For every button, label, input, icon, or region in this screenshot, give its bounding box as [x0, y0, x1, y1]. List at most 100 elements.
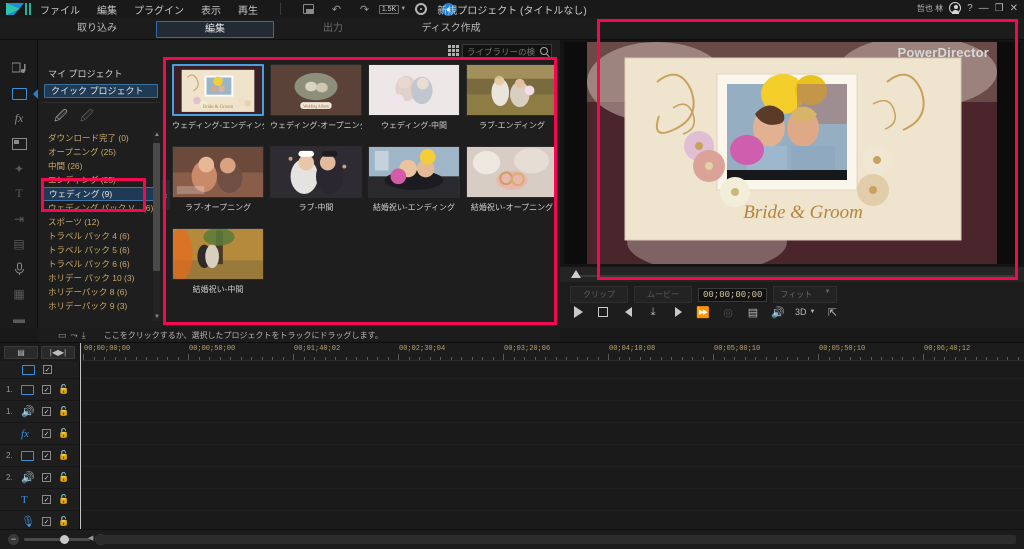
track-row-video-1[interactable]: 1. ✓ 🔓: [0, 379, 79, 401]
detach-preview-button[interactable]: ⇱: [824, 304, 840, 320]
scroll-up-icon[interactable]: ▲: [154, 132, 160, 138]
track-lane-audio-2[interactable]: [80, 467, 1024, 489]
collapse-panel-button[interactable]: ‹: [162, 180, 170, 210]
lock-icon[interactable]: 🔓: [58, 472, 69, 483]
track-row-master[interactable]: ✓: [0, 361, 79, 379]
thumbnail-item-0[interactable]: Bride & Groom ウェディング-エンディング: [172, 64, 264, 131]
track-visibility-checkbox[interactable]: ✓: [42, 451, 51, 460]
scrubber-track[interactable]: [574, 275, 1014, 277]
scroll-down-icon[interactable]: ▼: [154, 314, 160, 320]
transition-room-icon[interactable]: ⇥: [0, 206, 38, 231]
tree-item-2[interactable]: 中間 (26): [42, 159, 160, 173]
track-visibility-checkbox[interactable]: ✓: [42, 385, 51, 394]
search-icon[interactable]: [540, 47, 548, 55]
thumbnail-item-4[interactable]: ラブ-オープニング: [172, 146, 264, 213]
track-row-video-2[interactable]: 2. ✓ 🔓: [0, 445, 79, 467]
track-manager-button[interactable]: ▤: [4, 345, 38, 359]
tree-item-7[interactable]: トラベル パック 4 (6): [42, 229, 160, 243]
lock-icon[interactable]: 🔓: [58, 450, 69, 461]
tree-item-3[interactable]: エンディング (25): [42, 173, 160, 187]
zoom-slider-handle[interactable]: [60, 535, 69, 544]
library-search-box[interactable]: [462, 44, 552, 59]
lock-icon[interactable]: 🔓: [58, 494, 69, 505]
scrubber-handle[interactable]: [571, 270, 581, 278]
grid-view-icon[interactable]: [448, 45, 460, 57]
tree-item-11[interactable]: ホリデーパック 8 (6): [42, 285, 160, 299]
track-lane-effect[interactable]: [80, 423, 1024, 445]
help-button[interactable]: ?: [967, 3, 973, 14]
lock-icon[interactable]: 🔓: [58, 406, 69, 417]
clip-mode-button[interactable]: クリップ: [570, 286, 628, 303]
track-visibility-checkbox[interactable]: ✓: [43, 365, 52, 374]
tree-item-12[interactable]: ホリデーパック 9 (3): [42, 299, 160, 313]
fit-timeline-button[interactable]: |◀▶|: [41, 345, 75, 359]
zoom-slider[interactable]: [24, 535, 90, 544]
tree-scrollbar[interactable]: ▲ ▼: [153, 131, 160, 321]
previous-frame-button[interactable]: [620, 304, 636, 320]
thumbnail-item-2[interactable]: ウェディング-中間: [368, 64, 460, 131]
maximize-button[interactable]: ❐: [995, 3, 1004, 14]
title-room-icon[interactable]: T: [0, 181, 38, 206]
track-lane-audio-1[interactable]: [80, 401, 1024, 423]
media-room-icon[interactable]: [0, 56, 38, 81]
volume-button[interactable]: 🔊: [770, 304, 786, 320]
track-row-title[interactable]: T ✓ 🔓: [0, 489, 79, 511]
display-options-button[interactable]: ▤: [745, 304, 761, 320]
timeline-insert-icon[interactable]: ▭: [58, 330, 67, 341]
timeline-playhead[interactable]: [80, 343, 81, 530]
3d-mode-button[interactable]: 3D ▼: [795, 304, 815, 320]
thumbnail-item-7[interactable]: 結婚祝い-オープニング: [466, 146, 558, 213]
stop-button[interactable]: [595, 304, 611, 320]
step-button[interactable]: ⤓: [645, 304, 661, 320]
duplicate-project-icon[interactable]: 🖉: [80, 107, 94, 129]
add-project-icon[interactable]: 🖉: [54, 107, 68, 129]
timeline-ruler[interactable]: 00;00;00;00 00;00;50;00 00;01;40;02 00;0…: [80, 343, 1024, 361]
track-visibility-checkbox[interactable]: ✓: [42, 407, 51, 416]
voice-over-room-icon[interactable]: [0, 256, 38, 281]
track-row-audio-2[interactable]: 2. 🔊 ✓ 🔓: [0, 467, 79, 489]
tab-edit[interactable]: 編集: [156, 20, 274, 38]
fast-forward-button[interactable]: ⏩: [695, 304, 711, 320]
track-lane-master[interactable]: [80, 361, 1024, 379]
tree-item-8[interactable]: トラベル パック 5 (6): [42, 243, 160, 257]
next-frame-button[interactable]: [670, 304, 686, 320]
track-lane-video-1[interactable]: [80, 379, 1024, 401]
play-button[interactable]: [570, 304, 586, 320]
preview-scrubber[interactable]: [560, 266, 1024, 282]
tree-item-5[interactable]: ウェディング パック V... (6): [42, 201, 160, 215]
close-button[interactable]: ✕: [1010, 3, 1018, 14]
track-lane-video-2[interactable]: [80, 445, 1024, 467]
tree-item-quick-project[interactable]: クイック プロジェクト: [44, 84, 158, 98]
tree-scroll-thumb[interactable]: [153, 143, 160, 271]
tree-item-6[interactable]: スポーツ (12): [42, 215, 160, 229]
thumbnail-item-6[interactable]: 結婚祝い-エンディング: [368, 146, 460, 213]
account-avatar-icon[interactable]: [949, 2, 962, 14]
tab-capture[interactable]: 取り込み: [38, 21, 156, 38]
timecode-display[interactable]: 00;00;00;00: [698, 287, 768, 302]
thumbnail-item-5[interactable]: ラブ-中間: [270, 146, 362, 213]
subtitle-room-icon[interactable]: ▬: [0, 306, 38, 331]
tree-item-wedding[interactable]: ウェディング (9): [42, 187, 160, 201]
track-row-effect[interactable]: fx ✓ 🔓: [0, 423, 79, 445]
track-lane-title[interactable]: [80, 489, 1024, 511]
timeline-tracks-area[interactable]: [80, 361, 1024, 533]
preview-stage[interactable]: Bride & Groom PowerDirector: [564, 42, 1020, 264]
track-visibility-checkbox[interactable]: ✓: [42, 429, 51, 438]
search-input[interactable]: [463, 46, 535, 57]
audio-mixing-room-icon[interactable]: ▤: [0, 231, 38, 256]
minimize-button[interactable]: —: [979, 3, 989, 14]
tab-create-disc[interactable]: ディスク作成: [392, 21, 510, 38]
lock-icon[interactable]: 🔓: [58, 516, 69, 527]
track-row-audio-1[interactable]: 1. 🔊 ✓ 🔓: [0, 401, 79, 423]
movie-mode-button[interactable]: ムービー: [634, 286, 692, 303]
thumbnail-item-1[interactable]: Wedding Album ウェディング-オープニング: [270, 64, 362, 131]
tab-produce[interactable]: 出力: [274, 21, 392, 38]
zoom-out-button[interactable]: −: [8, 534, 19, 545]
lock-icon[interactable]: 🔓: [58, 428, 69, 439]
particle-room-icon[interactable]: ✦: [0, 156, 38, 181]
fit-dropdown[interactable]: フィット ▼: [773, 286, 838, 303]
thumbnail-item-3[interactable]: ラブ-エンディング: [466, 64, 558, 131]
track-visibility-checkbox[interactable]: ✓: [42, 517, 51, 526]
timeline-horizontal-scrollbar[interactable]: [96, 535, 1016, 544]
thumbnail-item-8[interactable]: 結婚祝い-中間: [172, 228, 264, 295]
